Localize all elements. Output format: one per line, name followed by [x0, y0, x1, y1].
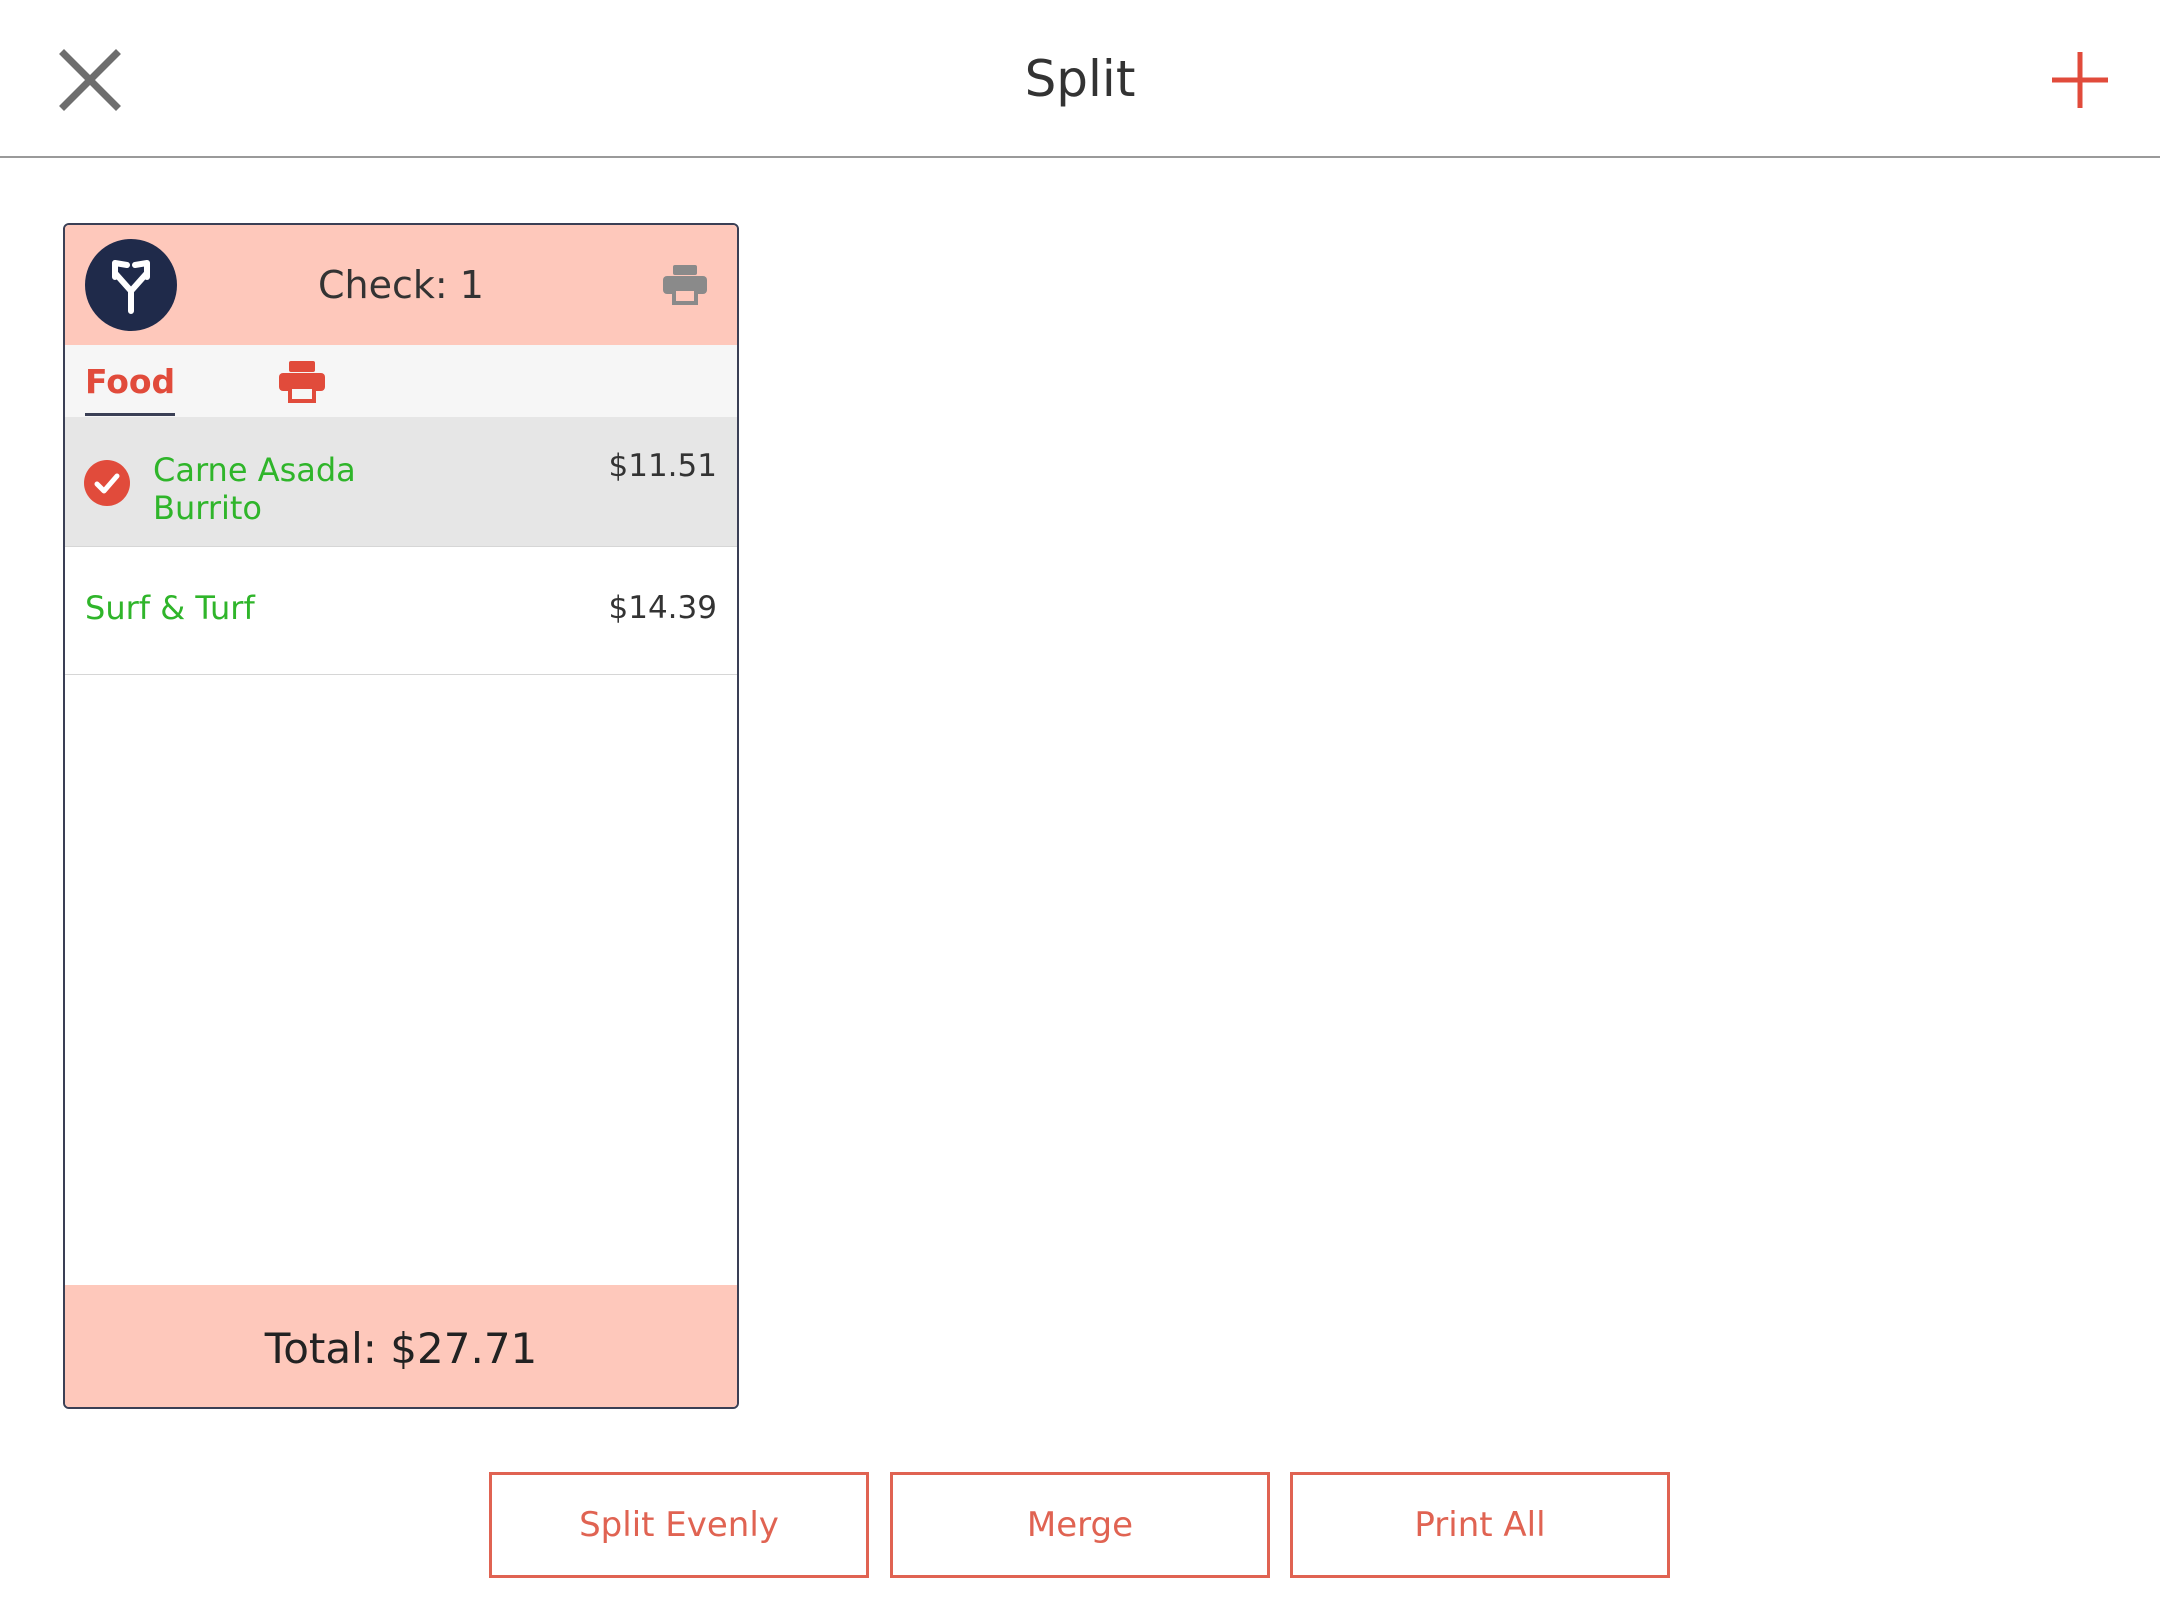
merge-button[interactable]: Merge	[890, 1472, 1270, 1578]
split-item-button[interactable]	[85, 239, 177, 331]
split-evenly-button[interactable]: Split Evenly	[489, 1472, 869, 1578]
page-title: Split	[1024, 50, 1136, 108]
plus-icon	[2052, 52, 2108, 108]
check-card: Check: 1 Food Carne Asada Burrito $11.51…	[63, 223, 739, 1409]
print-check-button[interactable]	[661, 263, 709, 307]
printer-icon	[279, 361, 325, 403]
printer-icon	[663, 265, 707, 305]
check-footer: Total: $27.71	[65, 1285, 737, 1407]
item-price: $11.51	[608, 448, 717, 484]
close-icon	[59, 49, 121, 111]
check-total: Total: $27.71	[264, 1324, 538, 1373]
category-tab-underline	[85, 413, 175, 416]
category-tab-food[interactable]: Food	[85, 345, 175, 417]
checkmark-circle-icon	[84, 460, 130, 506]
item-name: Carne Asada Burrito	[153, 451, 356, 527]
item-price: $14.39	[608, 590, 717, 626]
item-row[interactable]: Surf & Turf $14.39	[65, 547, 737, 675]
print-all-button[interactable]: Print All	[1290, 1472, 1670, 1578]
add-check-button[interactable]	[2030, 40, 2130, 120]
top-bar: Split	[0, 0, 2160, 158]
category-bar: Food	[65, 345, 737, 417]
print-category-button[interactable]	[277, 359, 327, 405]
split-arrows-icon	[112, 260, 150, 314]
item-row[interactable]: Carne Asada Burrito $11.51	[65, 417, 737, 547]
check-header: Check: 1	[65, 225, 737, 345]
item-name: Surf & Turf	[85, 589, 255, 627]
close-button[interactable]	[50, 40, 130, 120]
